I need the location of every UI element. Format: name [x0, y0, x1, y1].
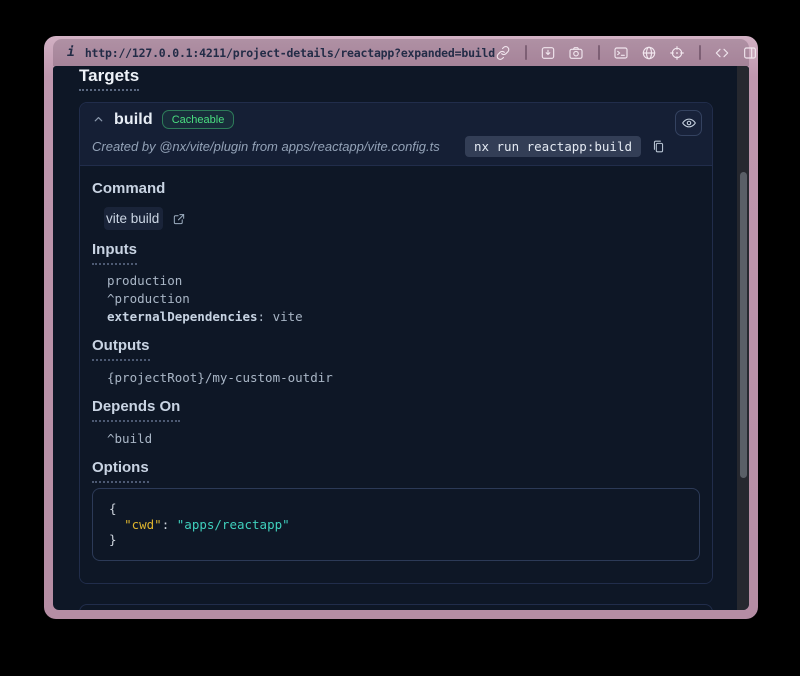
targets-heading: Targets: [79, 66, 713, 91]
depends-on-item: ^build: [107, 430, 700, 448]
depends-on-section-heading: Depends On: [92, 398, 700, 422]
titlebar-divider: [598, 45, 600, 60]
options-section-heading: Options: [92, 459, 700, 483]
target-card-build: build Cacheable Created by @nx/vite/plug…: [79, 102, 713, 584]
page-content: Targets build Cacheable: [53, 66, 749, 610]
outputs-section-heading: Outputs: [92, 337, 700, 361]
command-section-heading: Command: [92, 180, 700, 198]
input-item: ^production: [107, 290, 700, 308]
browser-window: i http://127.0.0.1:4211/project-details/…: [44, 36, 758, 619]
json-key: "cwd": [124, 517, 162, 532]
build-header-subrow: Created by @nx/vite/plugin from apps/rea…: [92, 135, 702, 158]
depends-on-heading-text[interactable]: Depends On: [92, 398, 180, 422]
outputs-heading-text[interactable]: Outputs: [92, 337, 150, 361]
copy-icon[interactable]: [651, 139, 666, 154]
inputs-list: production ^production externalDependenc…: [107, 272, 700, 326]
project-details-viewport: Targets build Cacheable: [53, 66, 749, 610]
external-link-icon[interactable]: [172, 212, 186, 226]
chevron-up-icon[interactable]: [92, 113, 105, 126]
build-header-row[interactable]: build Cacheable: [92, 108, 702, 131]
options-heading-text[interactable]: Options: [92, 459, 149, 483]
json-line: }: [109, 532, 683, 548]
input-kv-value: : vite: [258, 309, 303, 324]
command-line: vite build: [104, 207, 700, 230]
options-json-block: { "cwd": "apps/reactapp" }: [92, 488, 700, 561]
build-card-header: build Cacheable Created by @nx/vite/plug…: [80, 103, 712, 165]
titlebar-divider: [699, 45, 701, 60]
target-card-serve: serve vite serve: [79, 604, 713, 611]
json-value: "apps/reactapp": [177, 517, 290, 532]
titlebar-divider: [525, 45, 527, 60]
browser-titlebar: i http://127.0.0.1:4211/project-details/…: [53, 39, 749, 66]
json-line: "cwd": "apps/reactapp": [109, 517, 683, 533]
eye-icon: [681, 115, 697, 131]
command-value: vite build: [104, 207, 163, 230]
inputs-heading-text[interactable]: Inputs: [92, 241, 137, 265]
json-line: {: [109, 501, 683, 517]
created-by-text: Created by @nx/vite/plugin from apps/rea…: [92, 139, 455, 154]
serve-header-row[interactable]: serve vite serve: [80, 605, 712, 611]
input-item: production: [107, 272, 700, 290]
scrollbar-track[interactable]: [737, 66, 749, 610]
input-item: externalDependencies: vite: [107, 308, 700, 326]
camera-icon[interactable]: [568, 44, 585, 61]
info-icon: i: [67, 45, 75, 60]
input-kv-key: externalDependencies: [107, 309, 258, 324]
cacheable-badge: Cacheable: [162, 110, 235, 129]
download-icon[interactable]: [540, 44, 557, 61]
side-panel-icon[interactable]: [742, 44, 759, 61]
target-name: build: [114, 111, 153, 129]
scrollbar-thumb[interactable]: [740, 172, 747, 478]
view-target-graph-button[interactable]: [675, 110, 702, 136]
build-card-body: Command vite build Inputs production ^pr…: [80, 165, 712, 583]
run-command-chip: nx run reactapp:build: [465, 136, 641, 157]
globe-icon[interactable]: [641, 44, 658, 61]
crosshair-icon[interactable]: [669, 44, 686, 61]
code-brackets-icon[interactable]: [714, 44, 731, 61]
link-icon[interactable]: [495, 44, 512, 61]
url-text[interactable]: http://127.0.0.1:4211/project-details/re…: [85, 46, 495, 60]
output-item: {projectRoot}/my-custom-outdir: [107, 369, 700, 387]
targets-heading-text[interactable]: Targets: [79, 66, 139, 91]
terminal-icon[interactable]: [613, 44, 630, 61]
inputs-section-heading: Inputs: [92, 241, 700, 265]
titlebar-actions: [495, 44, 759, 61]
